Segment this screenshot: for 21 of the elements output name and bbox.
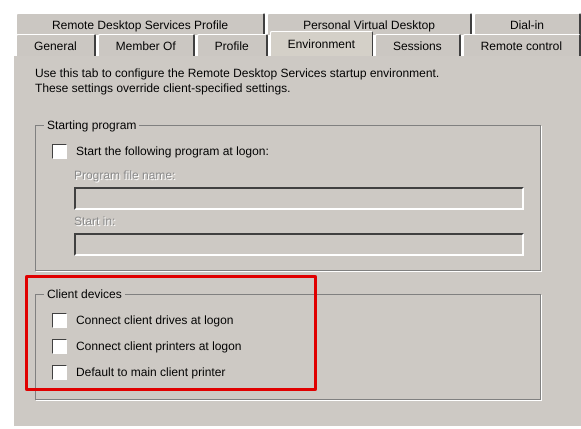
field-label: Program file name: <box>74 168 176 182</box>
checkbox[interactable] <box>52 364 67 380</box>
tab[interactable]: Dial-in <box>474 13 581 35</box>
group-title: Starting program <box>46 118 138 132</box>
tab[interactable]: Member Of <box>98 34 195 56</box>
description-text: Use this tab to configure the Remote Desktop Services startup environment. These settings override client-specified settings. <box>35 66 440 96</box>
tab[interactable]: Environment <box>270 31 373 56</box>
checkbox-label: Start the following program at logon: <box>76 144 269 158</box>
tab[interactable]: Profile <box>196 34 268 56</box>
tab[interactable]: Remote control <box>462 34 581 56</box>
checkbox-label: Connect client drives at logon <box>76 313 234 327</box>
group-title: Client devices <box>46 287 123 301</box>
checkbox-label: Default to main client printer <box>76 365 226 379</box>
checkbox[interactable] <box>52 338 67 354</box>
tab[interactable]: Remote Desktop Services Profile <box>16 13 266 35</box>
checkbox[interactable] <box>52 312 67 328</box>
tab[interactable]: General <box>16 34 96 56</box>
checkbox[interactable] <box>52 144 67 158</box>
tab[interactable]: Sessions <box>374 34 461 56</box>
checkbox-label: Connect client printers at logon <box>76 339 242 353</box>
field-label: Start in: <box>74 214 116 228</box>
